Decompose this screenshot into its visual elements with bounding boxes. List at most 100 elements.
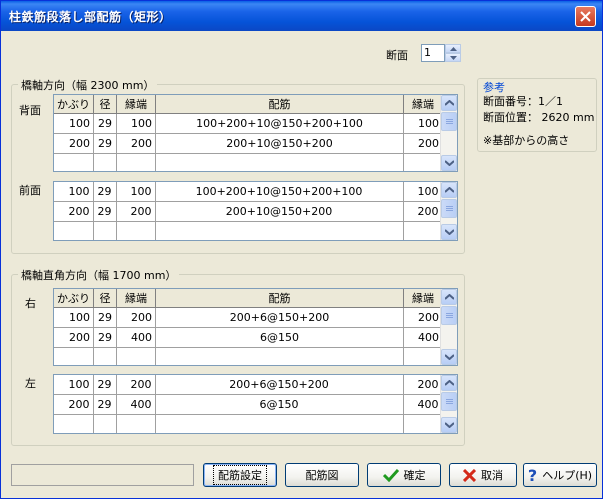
cell[interactable]: 100 bbox=[54, 113, 94, 134]
table-row[interactable]: 200 29 200 200+10@150+200 200 bbox=[54, 133, 443, 154]
cell[interactable] bbox=[93, 153, 117, 171]
table-row[interactable]: 200 29 400 6@150 400 bbox=[54, 394, 443, 415]
close-button[interactable] bbox=[575, 6, 596, 27]
table-row[interactable] bbox=[54, 221, 443, 240]
vertical-scrollbar[interactable] bbox=[440, 375, 457, 433]
scroll-thumb[interactable] bbox=[441, 392, 457, 411]
cell[interactable]: 100 bbox=[403, 182, 443, 202]
cell[interactable]: 200 bbox=[54, 394, 94, 415]
cell[interactable]: 29 bbox=[93, 375, 117, 395]
cell[interactable] bbox=[155, 347, 404, 365]
scroll-down-button[interactable] bbox=[441, 224, 457, 240]
table-row[interactable]: 100 29 200 200+6@150+200 200 bbox=[54, 375, 443, 395]
cell[interactable]: 200 bbox=[116, 133, 156, 154]
scroll-thumb[interactable] bbox=[441, 112, 457, 131]
section-spinner-input[interactable]: 1 bbox=[421, 44, 445, 62]
cell[interactable]: 29 bbox=[93, 201, 117, 222]
cell[interactable] bbox=[403, 221, 443, 240]
left-grid[interactable]: 100 29 200 200+6@150+200 200 200 29 400 … bbox=[53, 374, 458, 434]
table-row[interactable]: 100 29 200 200+6@150+200 200 bbox=[54, 307, 443, 328]
scroll-up-button[interactable] bbox=[441, 95, 457, 111]
cell[interactable]: 200 bbox=[403, 307, 443, 328]
cell[interactable]: 200 bbox=[54, 133, 94, 154]
scroll-up-button[interactable] bbox=[441, 375, 457, 391]
cell[interactable]: 400 bbox=[403, 327, 443, 348]
cell[interactable]: 400 bbox=[403, 394, 443, 415]
front-grid[interactable]: 100 29 100 100+200+10@150+200+100 100 20… bbox=[53, 181, 458, 241]
cell[interactable]: 400 bbox=[116, 327, 156, 348]
vertical-scrollbar[interactable] bbox=[440, 182, 457, 240]
cell[interactable]: 200+6@150+200 bbox=[155, 375, 404, 395]
cell[interactable]: 100 bbox=[116, 113, 156, 134]
ok-button[interactable]: 確定 bbox=[367, 463, 441, 487]
scroll-down-button[interactable] bbox=[441, 417, 457, 433]
cell[interactable]: 100+200+10@150+200+100 bbox=[155, 113, 404, 134]
cell[interactable]: 100+200+10@150+200+100 bbox=[155, 182, 404, 202]
table-row[interactable]: 200 29 400 6@150 400 bbox=[54, 327, 443, 348]
cell[interactable]: 400 bbox=[116, 394, 156, 415]
cell[interactable]: 29 bbox=[93, 182, 117, 202]
cell[interactable]: 200+6@150+200 bbox=[155, 307, 404, 328]
right-grid[interactable]: かぶり 径 縁端 配筋 縁端 100 29 200 200+6@150+200 … bbox=[53, 288, 458, 366]
help-button[interactable]: ? ヘルプ(H) bbox=[523, 463, 597, 487]
cell[interactable] bbox=[54, 347, 94, 365]
cell[interactable]: 200+10@150+200 bbox=[155, 201, 404, 222]
rebar-diagram-button[interactable]: 配筋図 bbox=[285, 463, 359, 487]
cell[interactable] bbox=[93, 414, 117, 433]
cell[interactable]: 100 bbox=[116, 182, 156, 202]
scroll-up-button[interactable] bbox=[441, 289, 457, 305]
cell[interactable]: 200 bbox=[403, 375, 443, 395]
table-row[interactable]: 100 29 100 100+200+10@150+200+100 100 bbox=[54, 113, 443, 134]
cancel-button[interactable]: 取消 bbox=[449, 463, 517, 487]
cell[interactable]: 100 bbox=[54, 375, 94, 395]
table-row[interactable] bbox=[54, 153, 443, 171]
table-row[interactable]: 100 29 100 100+200+10@150+200+100 100 bbox=[54, 182, 443, 202]
spin-up-button[interactable] bbox=[445, 44, 461, 53]
cell[interactable]: 6@150 bbox=[155, 327, 404, 348]
cell[interactable]: 100 bbox=[54, 182, 94, 202]
scroll-thumb[interactable] bbox=[441, 199, 457, 218]
vertical-scrollbar[interactable] bbox=[440, 95, 457, 171]
cell[interactable]: 200 bbox=[54, 201, 94, 222]
back-grid[interactable]: かぶり 径 縁端 配筋 縁端 100 29 100 100+200+10@150… bbox=[53, 94, 458, 172]
cell[interactable] bbox=[93, 221, 117, 240]
section-spinner[interactable] bbox=[445, 44, 461, 62]
spin-down-button[interactable] bbox=[445, 53, 461, 62]
vertical-scrollbar[interactable] bbox=[440, 289, 457, 365]
cell[interactable] bbox=[403, 153, 443, 171]
cell[interactable]: 200 bbox=[116, 201, 156, 222]
cell[interactable] bbox=[93, 347, 117, 365]
table-row[interactable] bbox=[54, 347, 443, 365]
cell[interactable]: 29 bbox=[93, 307, 117, 328]
cell[interactable] bbox=[54, 153, 94, 171]
cell[interactable]: 6@150 bbox=[155, 394, 404, 415]
cell[interactable]: 29 bbox=[93, 133, 117, 154]
cell[interactable]: 200 bbox=[116, 307, 156, 328]
cell[interactable] bbox=[155, 153, 404, 171]
title-bar[interactable]: 柱鉄筋段落し部配筋（矩形） bbox=[1, 1, 602, 31]
cell[interactable] bbox=[116, 414, 156, 433]
cell[interactable]: 200 bbox=[403, 133, 443, 154]
cell[interactable] bbox=[403, 414, 443, 433]
cell[interactable]: 29 bbox=[93, 327, 117, 348]
table-row[interactable] bbox=[54, 414, 443, 433]
cell[interactable] bbox=[116, 153, 156, 171]
cell[interactable]: 100 bbox=[403, 113, 443, 134]
cell[interactable] bbox=[155, 414, 404, 433]
table-row[interactable]: 200 29 200 200+10@150+200 200 bbox=[54, 201, 443, 222]
cell[interactable] bbox=[54, 221, 94, 240]
cell[interactable]: 200 bbox=[403, 201, 443, 222]
scroll-down-button[interactable] bbox=[441, 349, 457, 365]
cell[interactable] bbox=[116, 221, 156, 240]
cell[interactable]: 200 bbox=[116, 375, 156, 395]
rebar-settings-button[interactable]: 配筋設定 bbox=[203, 463, 277, 487]
cell[interactable] bbox=[116, 347, 156, 365]
cell[interactable]: 29 bbox=[93, 113, 117, 134]
cell[interactable] bbox=[403, 347, 443, 365]
cell[interactable]: 200 bbox=[54, 327, 94, 348]
cell[interactable] bbox=[155, 221, 404, 240]
cell[interactable]: 200+10@150+200 bbox=[155, 133, 404, 154]
scroll-up-button[interactable] bbox=[441, 182, 457, 198]
cell[interactable]: 29 bbox=[93, 394, 117, 415]
scroll-thumb[interactable] bbox=[441, 306, 457, 325]
